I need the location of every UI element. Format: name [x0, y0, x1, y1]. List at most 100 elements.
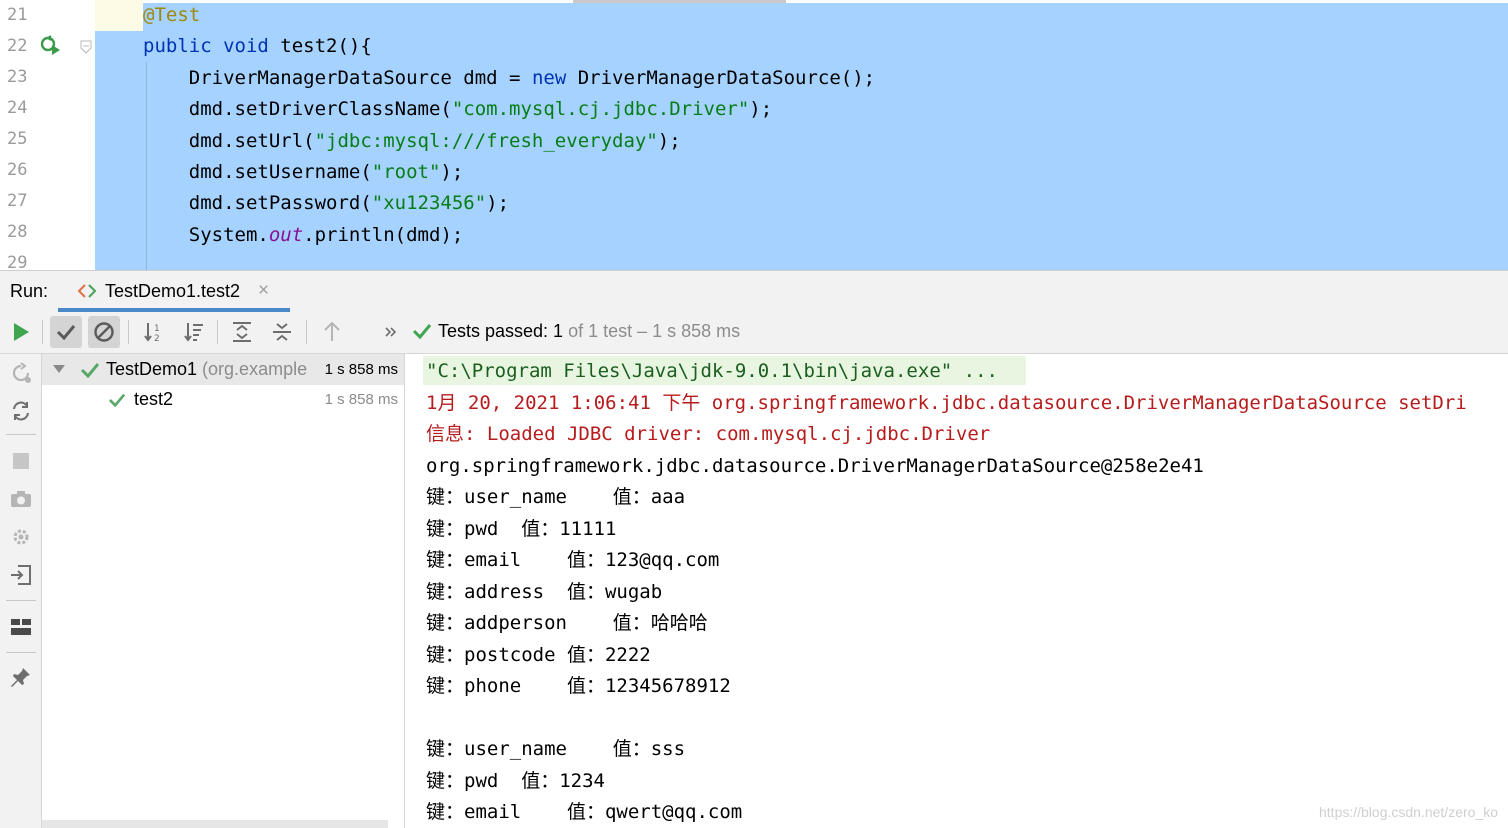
- sort-alphabetically-button[interactable]: 12: [138, 316, 170, 348]
- code-token: );: [486, 192, 510, 215]
- console-line: 信息: Loaded JDBC driver: com.mysql.cj.jdb…: [426, 423, 991, 445]
- code-token: dmd.setPassword(: [143, 192, 372, 215]
- rerun-button[interactable]: [5, 316, 37, 348]
- line-number: 25: [7, 129, 28, 149]
- check-icon: [56, 325, 76, 340]
- suite-name: TestDemo1: [106, 359, 198, 379]
- tests-passed-check-icon: [412, 324, 432, 340]
- stop-icon: [13, 453, 29, 469]
- camera-icon: [11, 491, 31, 507]
- chevron-down-icon[interactable]: [52, 364, 66, 374]
- suite-duration: 1 s 858 ms: [324, 361, 398, 378]
- test-results-tree[interactable]: TestDemo1 (org.example 1 s 858 ms test2 …: [42, 354, 405, 828]
- test-runner-toolbar: 12 Tests passed: 1 of 1 test – 1 s 858 m…: [0, 312, 1508, 354]
- tests-passed-label: Tests passed: 1: [438, 321, 564, 341]
- stop-button[interactable]: [6, 446, 36, 476]
- previous-failed-button[interactable]: [316, 316, 348, 348]
- line-number: 22: [7, 36, 28, 56]
- code-token: "root": [371, 161, 441, 183]
- horizontal-scrollbar[interactable]: [42, 820, 388, 828]
- code-token: out: [268, 223, 304, 246]
- tree-row-test[interactable]: test2 1 s 858 ms: [42, 385, 404, 416]
- suite-package: (org.example: [197, 359, 308, 379]
- code-token: DriverManagerDataSource dmd =: [143, 66, 532, 89]
- code-token: public: [143, 35, 224, 58]
- suite-label: TestDemo1 (org.example: [106, 359, 318, 380]
- code-token: dmd.setDriverClassName(: [143, 98, 452, 121]
- console-line: 键：addperson 值：哈哈哈: [426, 612, 708, 634]
- more-actions-button[interactable]: [376, 316, 406, 348]
- code-line[interactable]: @Test: [143, 0, 200, 31]
- play-icon: [14, 323, 29, 341]
- console-line: 键：address 值：wugab: [426, 580, 663, 603]
- code-line[interactable]: System.out.println(dmd);: [143, 220, 464, 251]
- console-line: 键：pwd 值：1234: [426, 769, 605, 792]
- toolbar-separator: [6, 600, 36, 601]
- ignored-icon: [94, 322, 114, 342]
- show-passed-toggle[interactable]: [50, 316, 82, 348]
- console-line: 键：phone 值：12345678912: [426, 675, 731, 697]
- toolbar-separator: [306, 320, 307, 344]
- toolbar-separator: [217, 320, 218, 344]
- console-line: 键：pwd 值：11111: [426, 517, 617, 540]
- tree-row-suite[interactable]: TestDemo1 (org.example 1 s 858 ms: [42, 354, 404, 385]
- line-number: 24: [7, 98, 28, 118]
- expand-all-button[interactable]: [226, 316, 258, 348]
- junit-config-icon: [78, 284, 96, 298]
- console-line: org.springframework.jdbc.datasource.Driv…: [426, 454, 1204, 477]
- code-line[interactable]: dmd.setUrl("jdbc:mysql:///fresh_everyday…: [143, 126, 681, 157]
- collapse-all-button[interactable]: [266, 316, 298, 348]
- caret-line-highlight: [95, 0, 143, 31]
- code-token: );: [440, 161, 464, 183]
- dump-threads-button[interactable]: [6, 484, 36, 514]
- line-number: 23: [7, 67, 28, 87]
- code-token: .println(dmd);: [303, 223, 464, 246]
- arrow-up-icon: [324, 321, 340, 341]
- watermark: https://blog.csdn.net/zero_ko: [1319, 804, 1498, 820]
- code-token: "jdbc:mysql:///fresh_everyday": [314, 129, 658, 152]
- console-line: "C:\Program Files\Java\jdk-9.0.1\bin\jav…: [426, 360, 998, 382]
- sort-by-duration-button[interactable]: [178, 316, 210, 348]
- toolbar-separator: [6, 652, 36, 653]
- code-token: test2(){: [280, 35, 372, 58]
- layout-button[interactable]: [6, 612, 36, 642]
- line-gutter: 21 22 23 24 25 26 27 28 29: [0, 0, 95, 270]
- sort-alpha-icon: 12: [144, 323, 160, 343]
- run-side-toolbar: [0, 354, 42, 828]
- code-line[interactable]: dmd.setDriverClassName("com.mysql.cj.jdb…: [143, 94, 772, 125]
- import-icon: [11, 565, 31, 585]
- test-name: test2: [134, 389, 174, 409]
- check-icon: [108, 393, 126, 408]
- code-token: DriverManagerDataSource();: [577, 66, 876, 89]
- code-line[interactable]: DriverManagerDataSource dmd = new Driver…: [143, 63, 875, 94]
- code-token: new: [531, 66, 578, 89]
- editor-scroll-marker: [573, 0, 786, 3]
- code-editor[interactable]: 21 22 23 24 25 26 27 28 29 @Test public v…: [0, 0, 1508, 270]
- code-token: "com.mysql.cj.jdbc.Driver": [451, 98, 750, 121]
- sort-duration-icon: [184, 323, 203, 342]
- settings-button[interactable]: [6, 522, 36, 552]
- console-line: 键：email 值：123@qq.com: [426, 549, 720, 571]
- code-line[interactable]: public void test2(){: [143, 31, 372, 62]
- code-token: dmd.setUrl(: [143, 129, 315, 152]
- toolbar-separator: [42, 320, 43, 344]
- fold-marker-icon[interactable]: [80, 40, 92, 54]
- gear-icon: [13, 529, 29, 545]
- code-token: System.: [143, 223, 269, 246]
- line-number: 21: [7, 5, 28, 25]
- code-line[interactable]: dmd.setUsername("root");: [143, 157, 464, 188]
- expand-all-icon: [233, 322, 251, 342]
- code-line[interactable]: dmd.setPassword("xu123456");: [143, 188, 509, 219]
- code-token: dmd.setUsername(: [143, 161, 372, 183]
- show-ignored-toggle[interactable]: [88, 316, 120, 348]
- import-tests-button[interactable]: [6, 560, 36, 590]
- layout-icon: [11, 619, 31, 635]
- close-icon[interactable]: ×: [258, 280, 269, 302]
- pin-tab-button[interactable]: [6, 662, 36, 692]
- rerun-failed-button[interactable]: [6, 358, 36, 388]
- test-duration: 1 s 858 ms: [324, 391, 398, 408]
- run-test-gutter-icon[interactable]: [40, 35, 62, 55]
- console-output[interactable]: "C:\Program Files\Java\jdk-9.0.1\bin\jav…: [405, 354, 1508, 828]
- toggle-auto-test-button[interactable]: [6, 396, 36, 426]
- code-token: );: [657, 129, 681, 152]
